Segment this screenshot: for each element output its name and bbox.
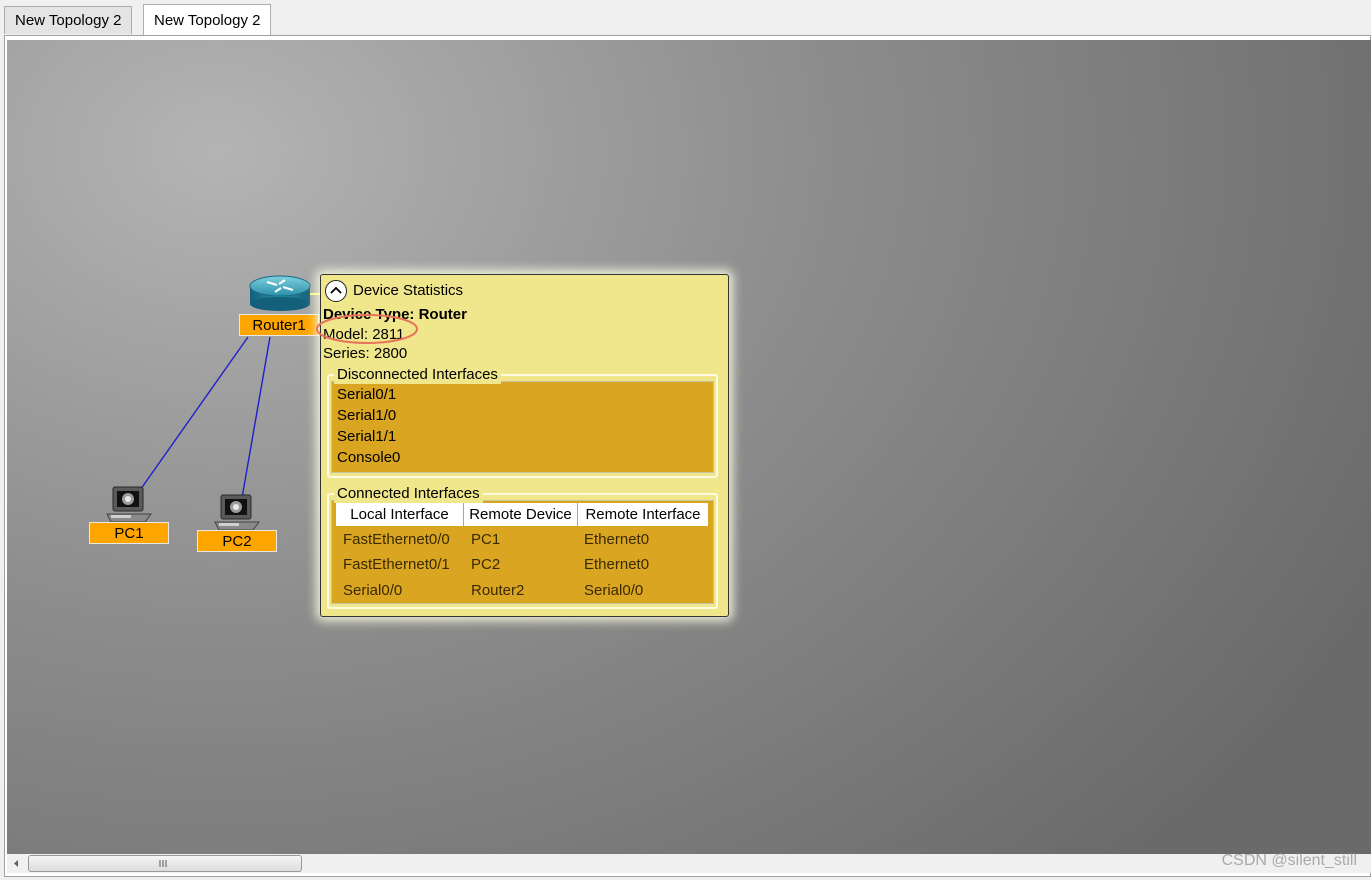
- column-header[interactable]: Remote Device: [464, 503, 577, 526]
- list-item: Serial1/1: [337, 428, 397, 445]
- disconnected-interfaces-list: Serial0/1 Serial1/0 Serial1/1 Console0: [331, 381, 714, 473]
- pc-icon: [106, 486, 152, 523]
- tab-strip: New Topology 2 New Topology 2: [0, 0, 1371, 36]
- device-statistics-panel: Device Statistics Device Type: Router Mo…: [316, 274, 729, 617]
- table-cell: Router2: [471, 582, 525, 599]
- link-router1-pc2: [241, 336, 271, 499]
- highlight-circle-icon: [316, 314, 418, 344]
- disconnected-interfaces-group: Serial0/1 Serial1/0 Serial1/1 Console0 D…: [327, 366, 718, 478]
- list-item: Console0: [337, 449, 401, 466]
- column-header[interactable]: Local Interface: [336, 503, 463, 526]
- router1-device[interactable]: Router1: [239, 272, 319, 338]
- scroll-left-icon[interactable]: [11, 858, 21, 869]
- tab-topology-1[interactable]: New Topology 2: [4, 6, 133, 34]
- watermark: CSDN @silent_still: [1221, 852, 1357, 869]
- logical-workspace[interactable]: Router1 PC1 PC2 Device Statistics Device…: [7, 40, 1371, 854]
- router1-label: Router1: [239, 314, 319, 336]
- list-item: Serial1/0: [337, 407, 397, 424]
- table-cell: FastEthernet0/0: [343, 531, 450, 548]
- pc2-label: PC2: [197, 530, 277, 552]
- connected-interfaces-group: Local Interface Remote Device Remote Int…: [327, 485, 718, 609]
- pc-icon: [214, 494, 260, 531]
- column-header[interactable]: Remote Interface: [578, 503, 708, 526]
- stats-title: Device Statistics: [353, 282, 464, 299]
- table-cell: FastEthernet0/1: [343, 556, 450, 573]
- router-icon: [249, 275, 311, 311]
- pc1-device[interactable]: PC1: [89, 484, 169, 550]
- grip-icon: [159, 860, 167, 867]
- collapse-button[interactable]: [325, 280, 347, 303]
- scroll-thumb[interactable]: [28, 855, 302, 872]
- connected-interfaces-table: Local Interface Remote Device Remote Int…: [331, 500, 714, 604]
- pc2-device[interactable]: PC2: [197, 492, 277, 558]
- chevron-up-icon: [330, 286, 342, 294]
- link-router1-pc1: [137, 336, 249, 494]
- horizontal-scrollbar[interactable]: [7, 854, 1371, 873]
- table-cell: Serial0/0: [343, 582, 403, 599]
- list-item: Serial0/1: [337, 386, 397, 403]
- tab-topology-2[interactable]: New Topology 2: [143, 4, 272, 35]
- disconnected-interfaces-title: Disconnected Interfaces: [334, 366, 501, 384]
- stats-header: Device Statistics: [325, 279, 463, 303]
- pc1-label: PC1: [89, 522, 169, 544]
- table-cell: PC1: [471, 531, 501, 548]
- table-cell: Ethernet0: [584, 531, 650, 548]
- table-cell: PC2: [471, 556, 501, 573]
- connected-interfaces-title: Connected Interfaces: [334, 485, 483, 503]
- table-cell: Serial0/0: [584, 582, 644, 599]
- table-cell: Ethernet0: [584, 556, 650, 573]
